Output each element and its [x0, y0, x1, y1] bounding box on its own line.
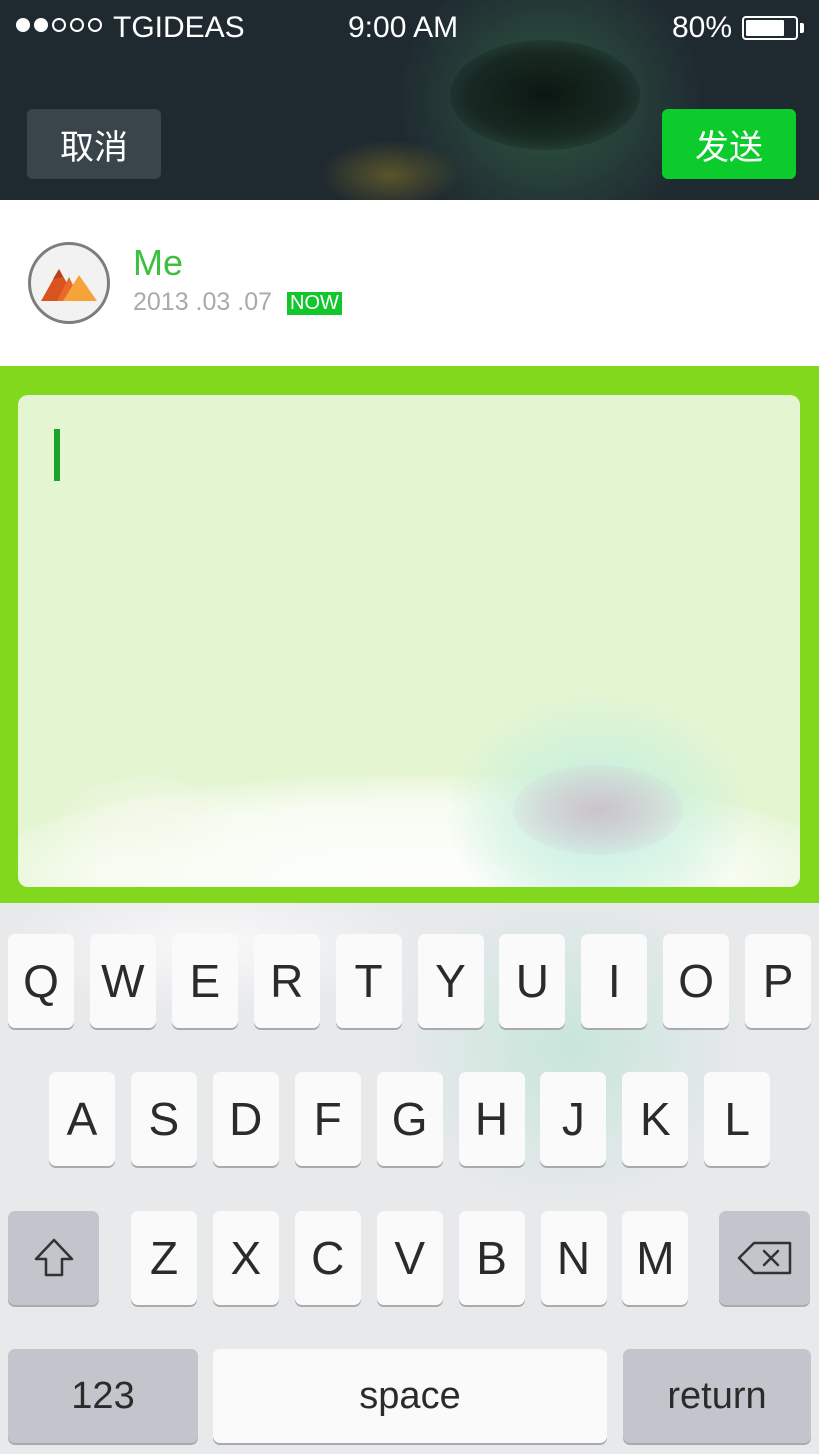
key-i[interactable]: I	[581, 934, 648, 1028]
signal-dot	[34, 18, 48, 32]
battery-fill	[746, 20, 785, 36]
now-badge: NOW	[287, 292, 342, 315]
return-key[interactable]: return	[623, 1349, 811, 1443]
key-e[interactable]: E	[171, 934, 238, 1028]
delete-key[interactable]	[719, 1211, 810, 1305]
key-g[interactable]: G	[376, 1072, 443, 1166]
key-t[interactable]: T	[335, 934, 402, 1028]
status-time: 9:00 AM	[348, 11, 459, 44]
space-key[interactable]: space	[213, 1349, 607, 1443]
key-y[interactable]: Y	[417, 934, 484, 1028]
key-l[interactable]: L	[704, 1072, 771, 1166]
compose-text-area[interactable]	[18, 395, 800, 887]
key-m[interactable]: M	[622, 1211, 689, 1305]
key-d[interactable]: D	[212, 1072, 279, 1166]
battery-tip	[800, 23, 804, 33]
cancel-button[interactable]: 取消	[27, 109, 161, 179]
signal-dot	[70, 18, 84, 32]
key-q[interactable]: Q	[8, 934, 74, 1028]
avatar[interactable]	[28, 242, 110, 324]
key-v[interactable]: V	[376, 1211, 443, 1305]
signal-strength-icon	[16, 18, 102, 32]
signal-dot	[88, 18, 102, 32]
key-r[interactable]: R	[253, 934, 320, 1028]
compose-header: TGIDEAS 9:00 AM 80% 取消 发送	[0, 0, 819, 200]
shift-arrow-icon	[34, 1238, 73, 1277]
key-j[interactable]: J	[540, 1072, 607, 1166]
key-b[interactable]: B	[458, 1211, 525, 1305]
key-h[interactable]: H	[458, 1072, 525, 1166]
numbers-key[interactable]: 123	[8, 1349, 198, 1443]
key-s[interactable]: S	[130, 1072, 197, 1166]
key-f[interactable]: F	[294, 1072, 361, 1166]
text-cursor	[54, 429, 60, 481]
keyboard: 123 space return QWERTYUIOP ASDFGHJKL ZXCV…	[0, 903, 819, 1454]
key-n[interactable]: N	[540, 1211, 607, 1305]
signal-dot	[52, 18, 66, 32]
author-row	[0, 200, 819, 366]
status-bar: TGIDEAS 9:00 AM 80%	[0, 0, 819, 56]
header-background-shadow	[450, 40, 640, 150]
compose-background-blur-pink	[513, 765, 683, 855]
battery-icon	[742, 16, 798, 40]
backspace-icon	[737, 1241, 791, 1275]
author-name[interactable]: Me	[133, 242, 183, 284]
send-button[interactable]: 发送	[662, 109, 796, 179]
key-z[interactable]: Z	[131, 1211, 197, 1305]
battery-percent: 80%	[672, 11, 733, 44]
key-k[interactable]: K	[622, 1072, 689, 1166]
key-w[interactable]: W	[89, 934, 156, 1028]
key-p[interactable]: P	[745, 934, 812, 1028]
carrier-name: TGIDEAS	[113, 11, 245, 44]
post-date: 2013 .03 .07	[133, 288, 273, 316]
key-u[interactable]: U	[499, 934, 566, 1028]
key-c[interactable]: C	[294, 1211, 361, 1305]
key-x[interactable]: X	[212, 1211, 279, 1305]
signal-dot	[16, 18, 30, 32]
compose-background-soft	[58, 775, 238, 865]
mountain-icon	[41, 269, 97, 301]
key-a[interactable]: A	[49, 1072, 115, 1166]
key-o[interactable]: O	[663, 934, 730, 1028]
shift-key[interactable]	[8, 1211, 99, 1305]
